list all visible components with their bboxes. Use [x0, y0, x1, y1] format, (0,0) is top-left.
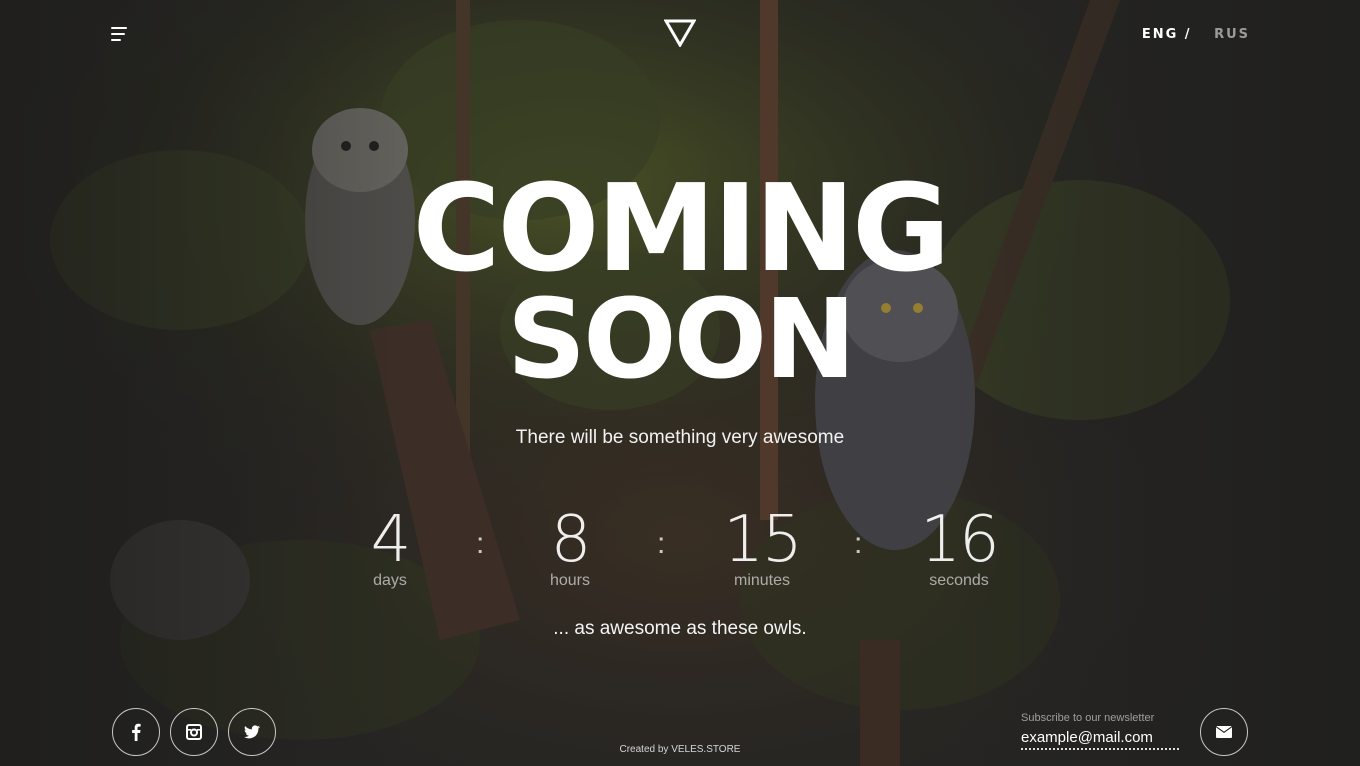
headline-line-1: COMING [412, 160, 950, 299]
countdown-separator: : [657, 527, 666, 560]
instagram-icon [186, 724, 202, 740]
lang-separator: / [1184, 27, 1192, 42]
newsletter-email-input[interactable] [1021, 726, 1179, 750]
countdown-hours-label: hours [549, 572, 591, 589]
lang-eng-link[interactable]: ENG [1142, 27, 1178, 42]
countdown-days: 4 days [310, 500, 470, 590]
countdown-minutes-value: 15 [723, 503, 802, 577]
envelope-icon [1216, 726, 1232, 738]
countdown-minutes: 15 minutes [682, 500, 842, 590]
menu-line [111, 27, 127, 29]
countdown-hours-value: 8 [550, 503, 592, 577]
facebook-icon [132, 723, 141, 741]
countdown-days-label: days [373, 572, 407, 589]
countdown-minutes-label: minutes [733, 572, 791, 589]
countdown-seconds-label: seconds [929, 572, 989, 589]
countdown-seconds: 16 seconds [879, 500, 1039, 590]
subtitle: There will be something very awesome [515, 427, 845, 448]
headline-line-2: SOON [506, 275, 856, 403]
newsletter-label: Subscribe to our newsletter [1021, 712, 1155, 724]
triangle-logo-icon[interactable] [664, 19, 696, 47]
menu-line [111, 39, 121, 41]
twitter-icon [244, 725, 260, 739]
countdown-hours: 8 hours [490, 500, 650, 590]
countdown-separator: : [854, 527, 863, 560]
tagline: ... as awesome as these owls. [553, 618, 807, 639]
subscribe-button[interactable] [1200, 708, 1248, 756]
countdown-separator: : [476, 527, 485, 560]
menu-line [111, 33, 125, 35]
lang-rus-link[interactable]: RUS [1214, 27, 1250, 42]
countdown-seconds-value: 16 [920, 503, 999, 577]
language-switcher: ENG / RUS [1142, 27, 1250, 42]
hamburger-menu-icon[interactable] [111, 26, 129, 42]
countdown-days-value: 4 [370, 503, 412, 577]
